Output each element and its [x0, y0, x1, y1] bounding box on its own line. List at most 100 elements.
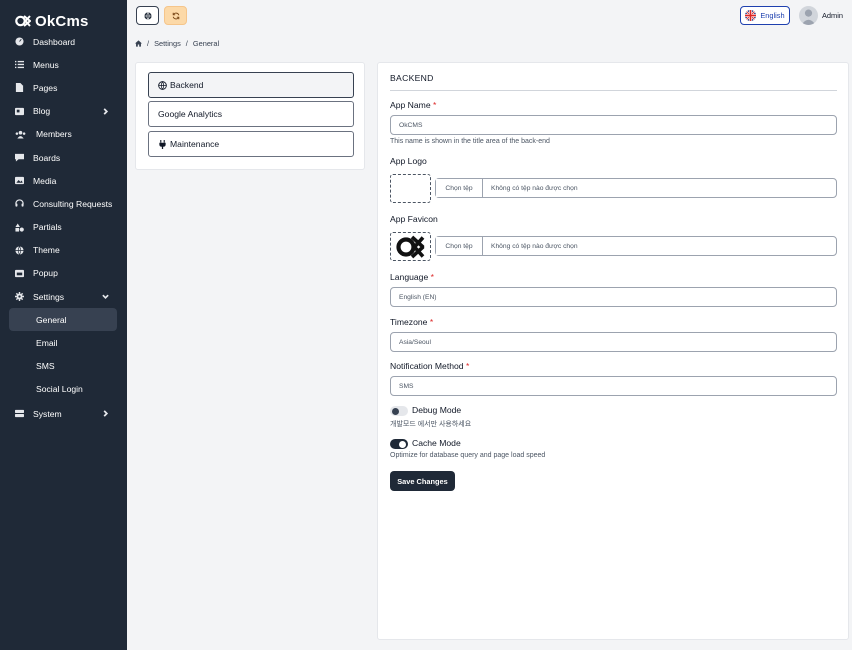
- user-name[interactable]: Admin: [822, 11, 843, 20]
- subitem-label: Email: [36, 337, 58, 348]
- sidebar-item-label: Media: [33, 175, 57, 186]
- select-value: SMS: [399, 382, 414, 390]
- required-mark: *: [430, 272, 434, 282]
- sidebar-item-system[interactable]: System: [0, 402, 127, 425]
- sidebar-item-label: Theme: [33, 245, 60, 256]
- users-icon: [15, 130, 26, 139]
- notification-method-select[interactable]: SMS: [390, 376, 837, 396]
- sidebar-nav-bottom: System: [0, 402, 127, 425]
- language-button[interactable]: English: [740, 6, 790, 25]
- breadcrumb-settings[interactable]: Settings: [154, 39, 181, 48]
- sidebar: OkCms Dashboard Menus Pages Blog Members…: [0, 0, 127, 650]
- brand-name: OkCms: [35, 12, 89, 30]
- cache-mode-label: Cache Mode: [412, 438, 461, 448]
- choose-file-button[interactable]: Chọn tệp: [436, 179, 483, 197]
- app-logo-file-input[interactable]: Chọn tệp Không có tệp nào được chọn: [435, 178, 837, 198]
- choose-file-button[interactable]: Chọn tệp: [436, 237, 483, 255]
- sidebar-subitem-general[interactable]: General: [9, 308, 117, 332]
- required-mark: *: [465, 361, 470, 371]
- plug-icon: [159, 139, 166, 149]
- sidebar-item-dashboard[interactable]: Dashboard: [0, 30, 127, 53]
- save-changes-button[interactable]: Save Changes: [390, 471, 455, 491]
- gear-icon: [15, 292, 24, 302]
- sidebar-item-media[interactable]: Media: [0, 169, 127, 192]
- settings-submenu: General Email SMS Social Login: [0, 308, 127, 400]
- sidebar-item-label: System: [33, 408, 62, 419]
- toggle-knob: [392, 407, 399, 415]
- tab-label: Backend: [170, 80, 204, 90]
- brand[interactable]: OkCms: [0, 0, 127, 33]
- tab-maintenance[interactable]: Maintenance: [148, 131, 354, 157]
- settings-tabs-card: Backend Google Analytics Maintenance: [135, 62, 365, 170]
- sidebar-item-theme[interactable]: Theme: [0, 239, 127, 262]
- okcms-logo-icon: [15, 15, 31, 27]
- cache-mode-toggle[interactable]: [390, 439, 408, 449]
- app-favicon-preview: [390, 232, 431, 261]
- backend-settings-form: BACKEND App Name * OkCMS This name is sh…: [377, 62, 849, 640]
- chevron-right-icon: [102, 107, 109, 115]
- timezone-label: Timezone *: [390, 317, 433, 327]
- user-avatar-icon: [801, 9, 816, 25]
- breadcrumb-separator: /: [185, 39, 188, 48]
- app-name-input[interactable]: OkCMS: [390, 115, 837, 135]
- select-value: English (EN): [399, 293, 437, 301]
- sidebar-item-label: Boards: [33, 152, 61, 163]
- popup-icon: [15, 269, 24, 278]
- debug-mode-toggle[interactable]: [390, 406, 408, 416]
- subitem-label: General: [36, 314, 67, 325]
- site-globe-button[interactable]: [136, 6, 159, 25]
- tab-google-analytics[interactable]: Google Analytics: [148, 101, 354, 127]
- sidebar-item-blog[interactable]: Blog: [0, 100, 127, 123]
- sidebar-item-pages[interactable]: Pages: [0, 76, 127, 99]
- sidebar-item-settings[interactable]: Settings: [0, 285, 127, 308]
- label-text: Notification Method: [390, 361, 464, 371]
- sidebar-item-boards[interactable]: Boards: [0, 146, 127, 169]
- refresh-button[interactable]: [164, 6, 187, 25]
- globe-icon: [15, 246, 24, 255]
- tab-backend[interactable]: Backend: [148, 72, 354, 98]
- sidebar-item-label: Blog: [33, 106, 51, 117]
- app-logo-preview: [390, 174, 431, 203]
- list-icon: [15, 60, 24, 69]
- select-value: Asia/Seoul: [399, 338, 431, 346]
- toggle-knob: [399, 440, 406, 448]
- home-icon[interactable]: [135, 40, 142, 47]
- language-label: English: [760, 11, 785, 20]
- sidebar-subitem-sms[interactable]: SMS: [9, 354, 117, 377]
- breadcrumb: / Settings / General: [135, 39, 219, 48]
- globe-icon: [143, 11, 152, 20]
- sidebar-item-label: Popup: [33, 268, 58, 279]
- app-name-label: App Name *: [390, 100, 436, 110]
- section-title: BACKEND: [390, 73, 434, 83]
- globe-icon: [158, 80, 167, 90]
- sidebar-item-partials[interactable]: Partials: [0, 216, 127, 239]
- label-text: App Name: [390, 100, 431, 110]
- sidebar-item-members[interactable]: Members: [0, 123, 127, 146]
- sidebar-subitem-social-login[interactable]: Social Login: [9, 377, 117, 400]
- comment-icon: [15, 153, 24, 162]
- avatar[interactable]: [799, 6, 818, 25]
- language-select[interactable]: English (EN): [390, 287, 837, 307]
- uk-flag-icon: [745, 10, 757, 21]
- server-icon: [15, 409, 24, 418]
- sidebar-item-label: Menus: [33, 59, 59, 70]
- sidebar-subitem-email[interactable]: Email: [9, 331, 117, 354]
- app-logo-label: App Logo: [390, 156, 427, 166]
- timezone-select[interactable]: Asia/Seoul: [390, 332, 837, 352]
- sidebar-item-label: Members: [36, 129, 72, 140]
- sidebar-item-label: Consulting Requests: [33, 198, 113, 209]
- sidebar-nav: Dashboard Menus Pages Blog Members Board…: [0, 30, 127, 308]
- label-text: Language: [390, 272, 429, 282]
- sidebar-item-popup[interactable]: Popup: [0, 262, 127, 285]
- sidebar-item-menus[interactable]: Menus: [0, 53, 127, 76]
- chevron-down-icon: [102, 292, 109, 300]
- sidebar-item-consulting-requests[interactable]: Consulting Requests: [0, 192, 127, 215]
- app-name-help: This name is shown in the title area of …: [390, 138, 550, 145]
- app-favicon-file-input[interactable]: Chọn tệp Không có tệp nào được chọn: [435, 236, 837, 256]
- dashboard-icon: [15, 37, 24, 46]
- sidebar-item-label: Settings: [33, 291, 65, 302]
- required-mark: *: [433, 100, 437, 110]
- shapes-icon: [15, 223, 24, 232]
- tab-label: Google Analytics: [158, 109, 223, 119]
- pages-icon: [15, 83, 24, 93]
